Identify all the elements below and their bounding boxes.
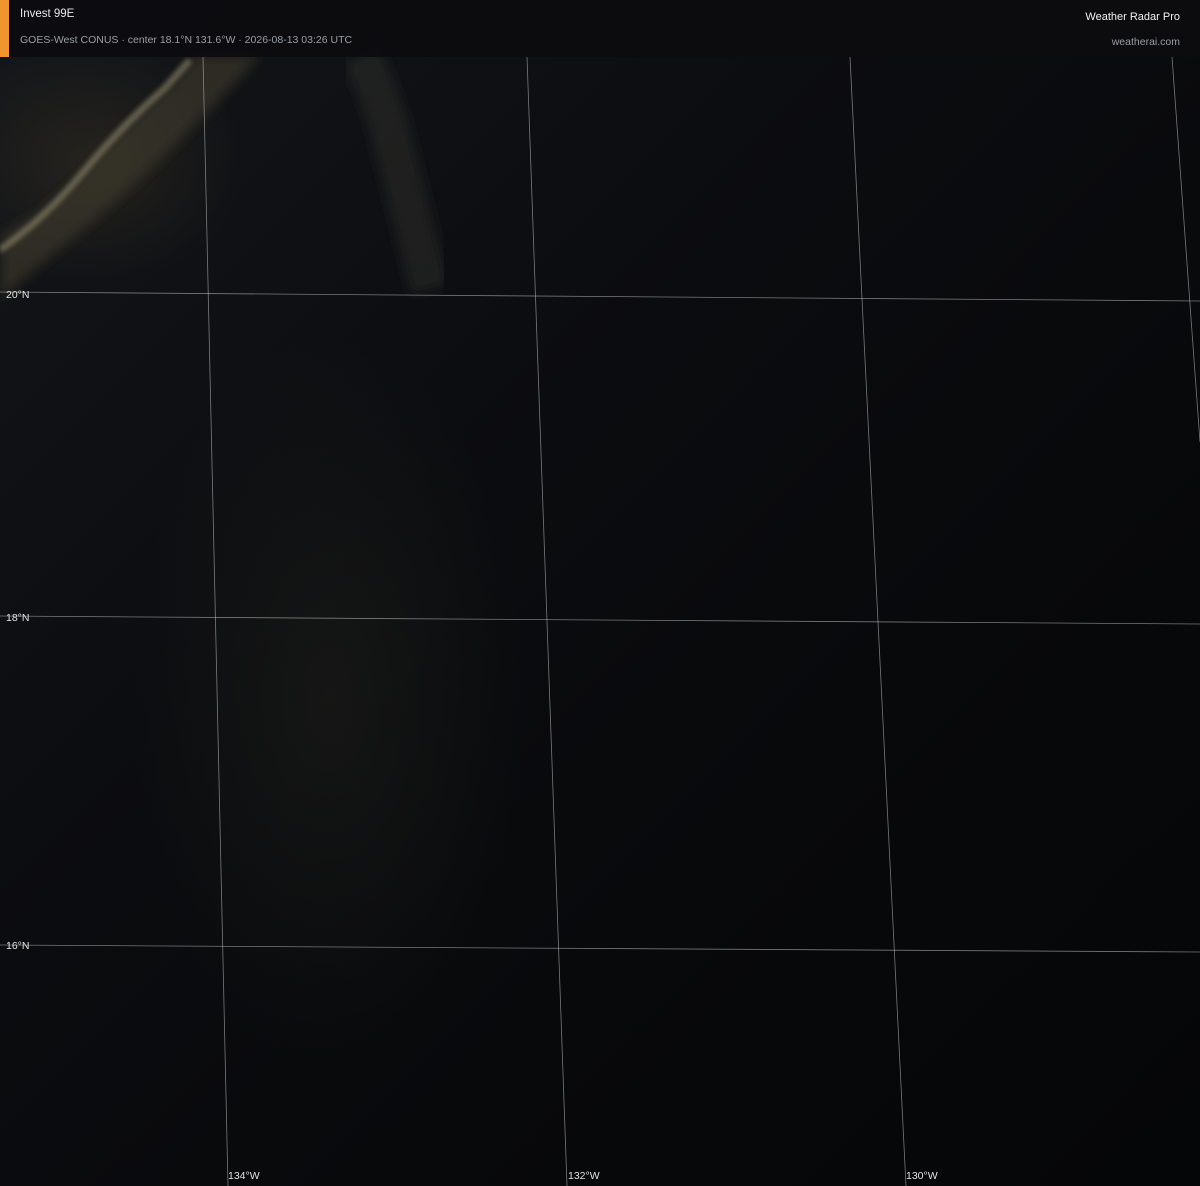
brand-name: Weather Radar Pro bbox=[1085, 11, 1180, 23]
longitude-line-128w bbox=[1171, 56, 1200, 443]
longitude-line-134w bbox=[202, 56, 229, 1186]
latitude-line-16n bbox=[0, 944, 1200, 953]
site-link[interactable]: weatherai.com bbox=[1112, 36, 1180, 48]
latitude-label-20n: 20°N bbox=[6, 289, 30, 301]
latitude-label-16n: 16°N bbox=[6, 940, 30, 952]
storm-title: Invest 99E bbox=[20, 8, 75, 20]
cloud-band bbox=[0, 45, 450, 300]
map-overlay bbox=[0, 45, 1200, 1186]
longitude-line-132w bbox=[526, 56, 568, 1186]
longitude-label-130w: 130°W bbox=[906, 1170, 938, 1182]
latitude-line-18n bbox=[0, 615, 1200, 625]
longitude-label-134w: 134°W bbox=[228, 1170, 260, 1182]
satellite-viewer: 20°N 18°N 16°N 134°W 132°W 130°W Invest … bbox=[0, 0, 1200, 1186]
imagery-info: GOES-West CONUS · center 18.1°N 131.6°W … bbox=[20, 34, 353, 46]
header-bar: Invest 99E GOES-West CONUS · center 18.1… bbox=[0, 0, 1200, 57]
longitude-label-132w: 132°W bbox=[568, 1170, 600, 1182]
accent-bar bbox=[0, 0, 9, 57]
latitude-line-20n bbox=[0, 291, 1200, 302]
latitude-label-18n: 18°N bbox=[6, 612, 30, 624]
